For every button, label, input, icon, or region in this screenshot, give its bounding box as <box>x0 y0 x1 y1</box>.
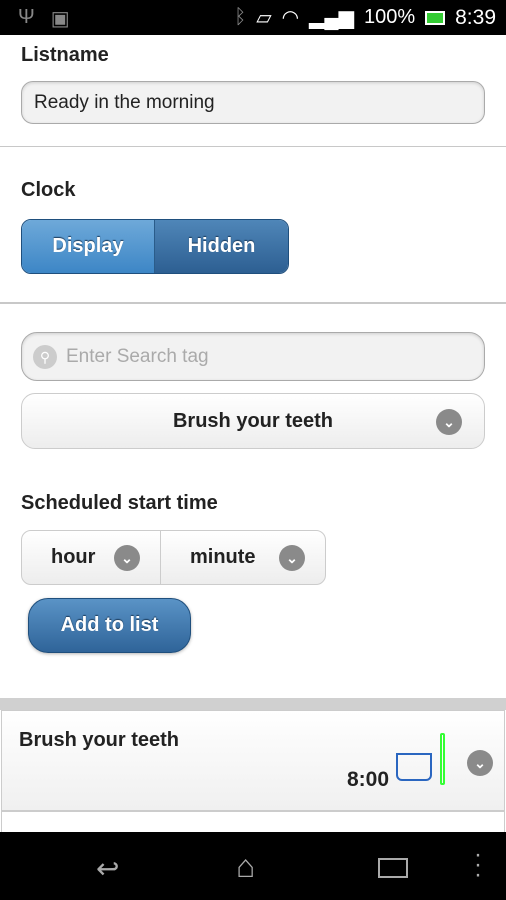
listname-label: Listname <box>21 44 109 66</box>
minute-label: minute <box>190 546 256 568</box>
search-icon: ⚲ <box>33 345 57 369</box>
vibrate-icon: ▱ <box>256 7 272 29</box>
android-icon: ▣ <box>50 8 70 30</box>
clock-toggle: Display Hidden <box>21 219 289 274</box>
search-placeholder: Enter Search tag <box>66 345 209 367</box>
divider <box>0 302 506 304</box>
chevron-down-icon: ⌄ <box>279 545 305 571</box>
battery-text: 100% <box>363 6 416 28</box>
clock-hidden-button[interactable]: Hidden <box>155 220 288 273</box>
list-item-title: Brush your teeth <box>19 729 180 751</box>
hour-select[interactable]: hour ⌄ <box>22 531 161 584</box>
hour-label: hour <box>51 546 96 568</box>
battery-charging-icon <box>425 10 446 25</box>
chevron-down-icon: ⌄ <box>114 545 140 571</box>
menu-icon[interactable]: · · · <box>474 843 482 887</box>
search-input[interactable]: ⚲ Enter Search tag <box>21 332 485 381</box>
chevron-down-icon: ⌄ <box>436 409 462 435</box>
list-item[interactable]: Brush your teeth 8:00 ⌄ <box>1 710 505 811</box>
home-icon[interactable]: ⌂ <box>236 848 255 885</box>
signal-icon: ▂▄▆ <box>309 7 354 29</box>
minute-select[interactable]: minute ⌄ <box>161 531 325 584</box>
toothbrush-icon <box>440 733 445 785</box>
task-select-value: Brush your teeth <box>172 409 334 432</box>
back-icon[interactable]: ↩ <box>96 852 119 885</box>
list-item-time: 8:00 <box>347 768 390 791</box>
navigation-bar: ↩ ⌂ · · · <box>0 832 506 900</box>
divider <box>0 146 506 147</box>
time-picker: hour ⌄ minute ⌄ <box>21 530 326 585</box>
wifi-icon: ◠ <box>281 7 300 29</box>
clock-label: Clock <box>21 179 76 201</box>
listname-input[interactable]: Ready in the morning <box>21 81 485 124</box>
schedule-label: Scheduled start time <box>21 492 218 514</box>
clock-time: 8:39 <box>455 5 496 29</box>
bluetooth-icon: ᛒ <box>234 6 247 28</box>
recent-apps-icon[interactable] <box>378 858 408 878</box>
list-header-bar <box>0 698 506 710</box>
toothbrush-cup-icon <box>396 753 432 781</box>
task-select[interactable]: Brush your teeth ⌄ <box>21 393 485 449</box>
clock-display-button[interactable]: Display <box>22 220 155 273</box>
status-bar: Ψ ▣ ᛒ ▱ ◠ ▂▄▆ 100% 8:39 <box>0 0 506 35</box>
add-to-list-button[interactable]: Add to list <box>28 598 191 653</box>
usb-icon: Ψ <box>18 6 35 28</box>
chevron-down-icon[interactable]: ⌄ <box>467 750 493 776</box>
